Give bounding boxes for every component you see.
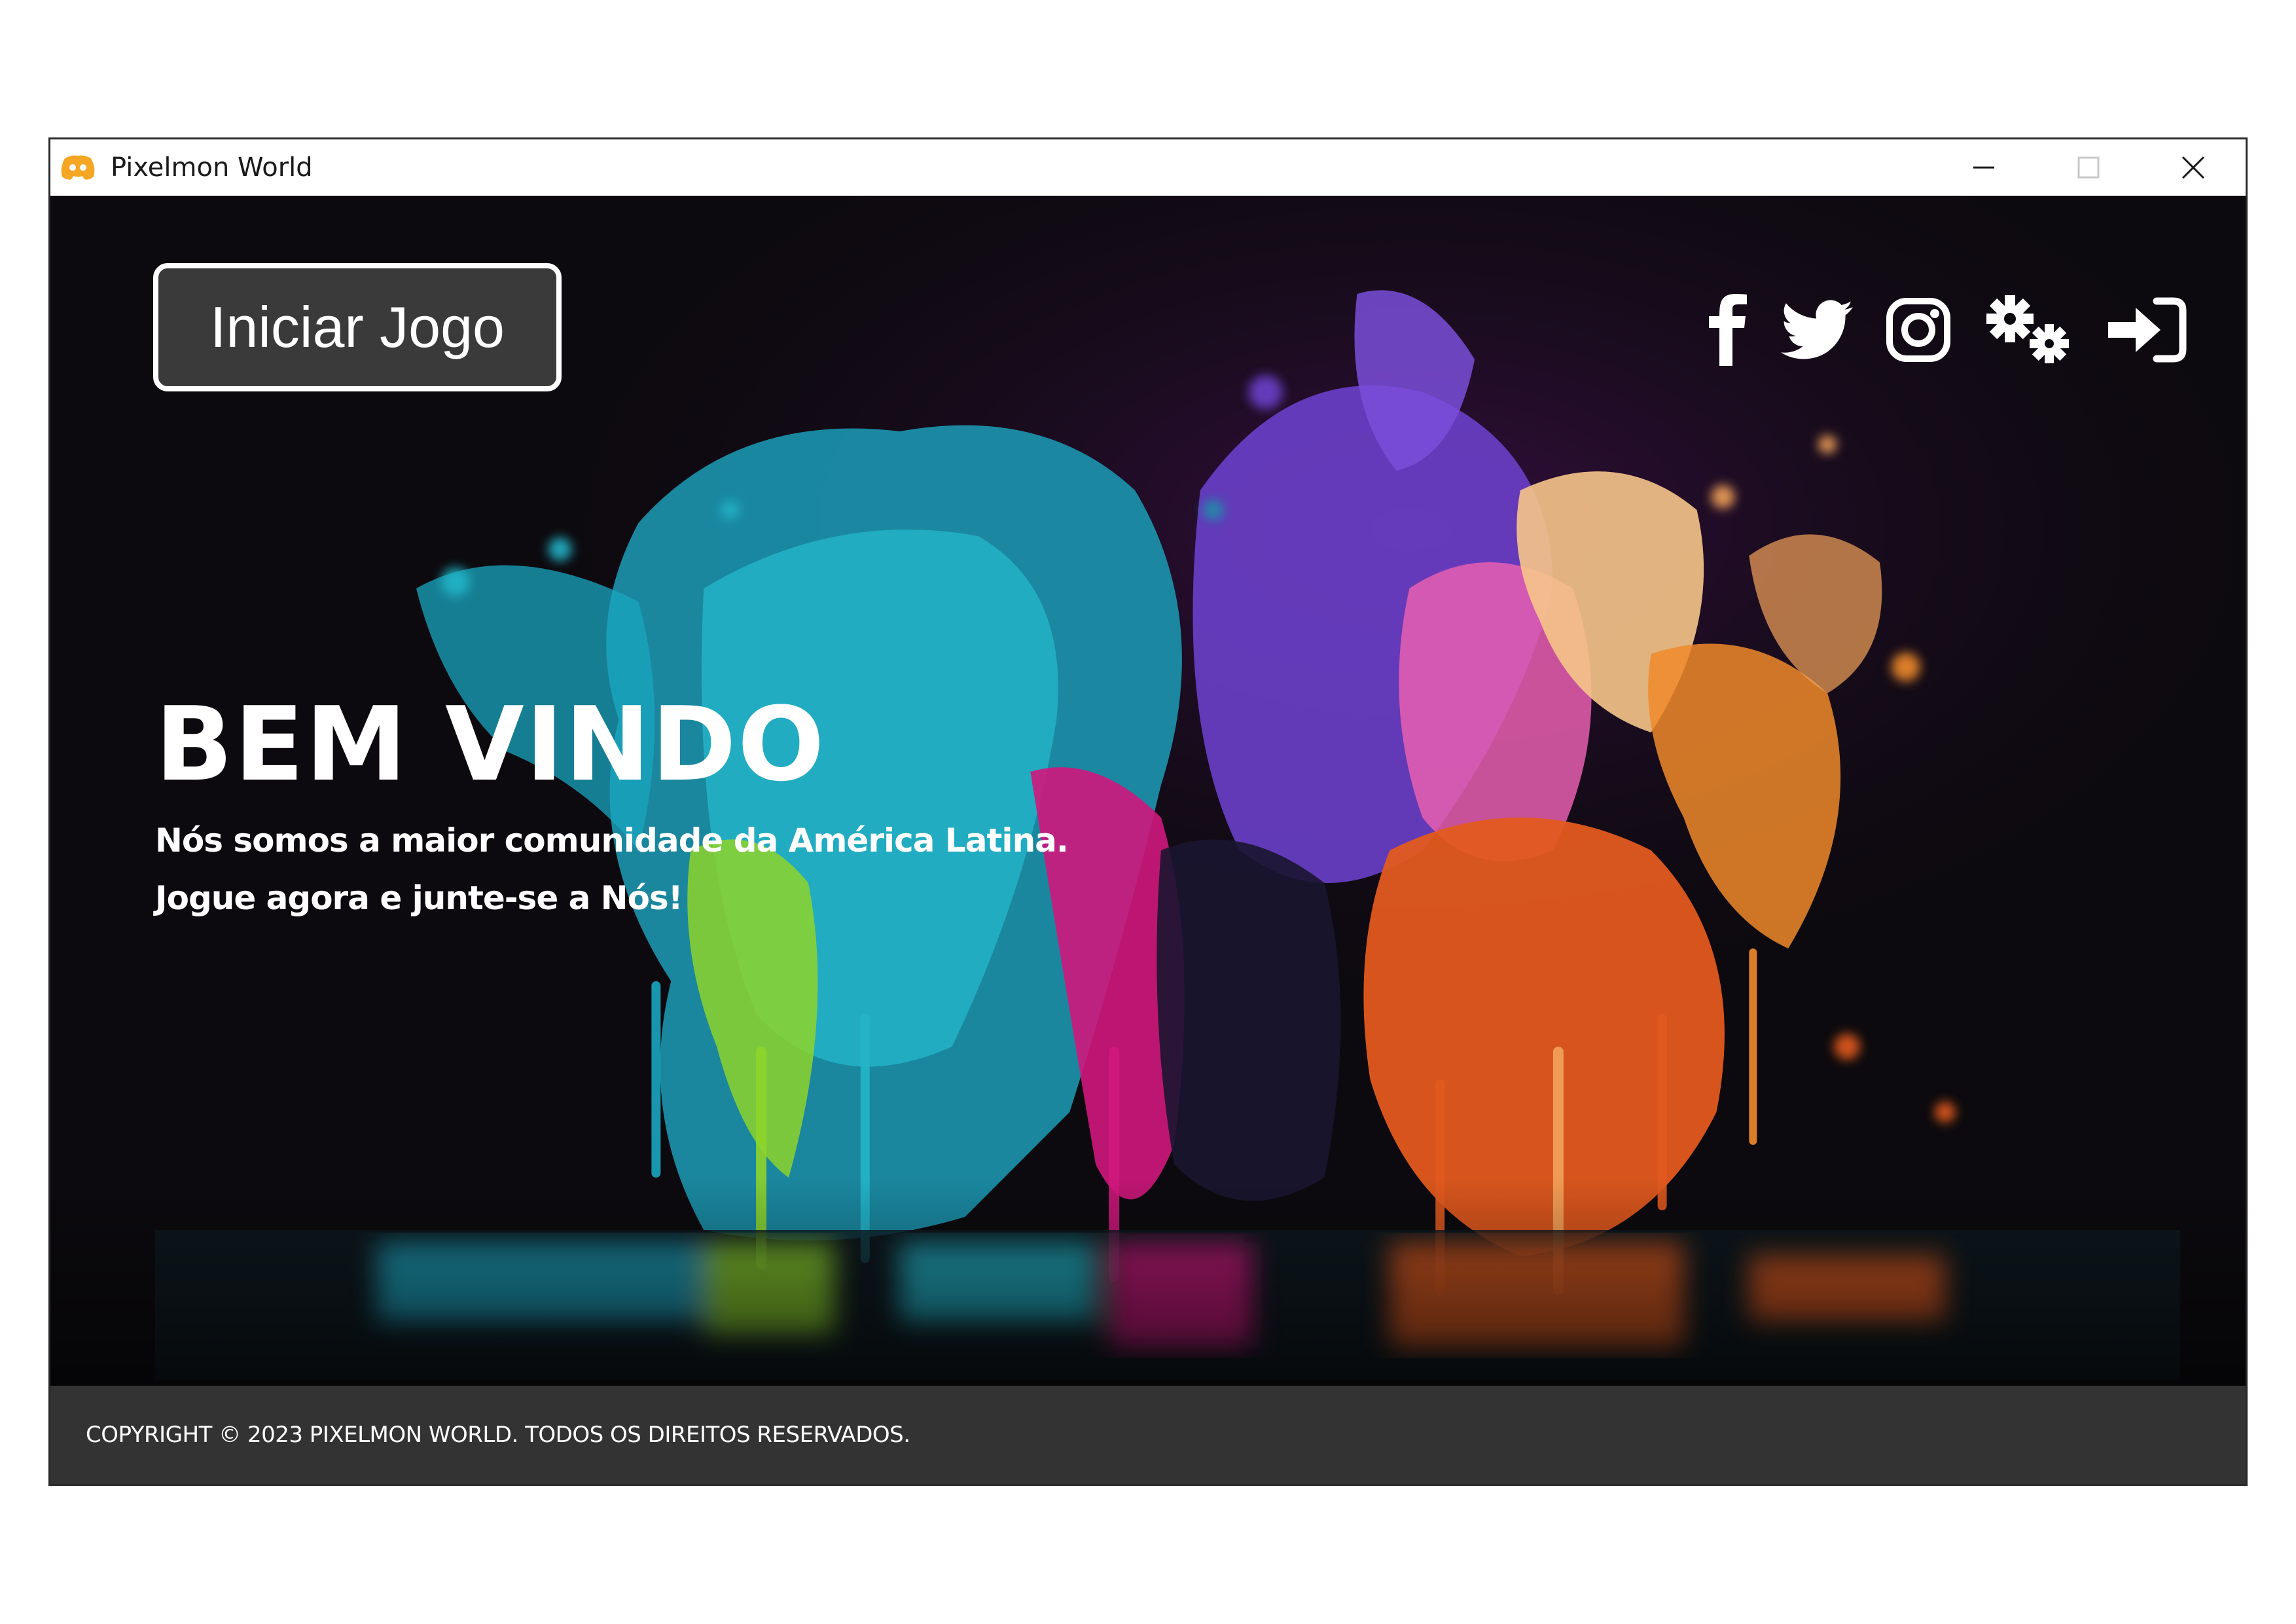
minimize-button[interactable] xyxy=(1931,139,2036,196)
instagram-icon[interactable] xyxy=(1886,297,1951,363)
twitter-icon[interactable] xyxy=(1781,300,1853,360)
start-game-button[interactable]: Iniciar Jogo xyxy=(153,263,562,391)
facebook-icon[interactable] xyxy=(1709,294,1748,366)
discord-icon xyxy=(61,155,95,180)
close-icon xyxy=(2181,156,2205,179)
app-window: Pixelmon World Iniciar Jogo BEM VINDO Nó… xyxy=(48,137,2248,1486)
minimize-icon xyxy=(1973,166,1994,169)
login-icon[interactable] xyxy=(2108,297,2187,363)
window-title: Pixelmon World xyxy=(111,153,313,183)
footer: COPYRIGHT © 2023 PIXELMON WORLD. TODOS O… xyxy=(50,1386,2246,1484)
header-icon-bar xyxy=(1709,294,2187,366)
title-bar[interactable]: Pixelmon World xyxy=(50,139,2246,196)
gears-icon[interactable] xyxy=(1984,294,2075,366)
hero-subtitle-line-2: Jogue agora e junte-se a Nós! xyxy=(155,879,683,917)
hero-title: BEM VINDO xyxy=(155,685,826,804)
close-button[interactable] xyxy=(2141,139,2246,196)
copyright-text: COPYRIGHT © 2023 PIXELMON WORLD. TODOS O… xyxy=(86,1422,910,1448)
main-content: Iniciar Jogo BEM VINDO Nós somos a maior… xyxy=(50,196,2246,1388)
maximize-icon xyxy=(2077,156,2100,179)
maximize-button[interactable] xyxy=(2036,139,2141,196)
hero-subtitle-line-1: Nós somos a maior comunidade da América … xyxy=(155,821,1069,859)
window-controls xyxy=(1931,139,2246,196)
